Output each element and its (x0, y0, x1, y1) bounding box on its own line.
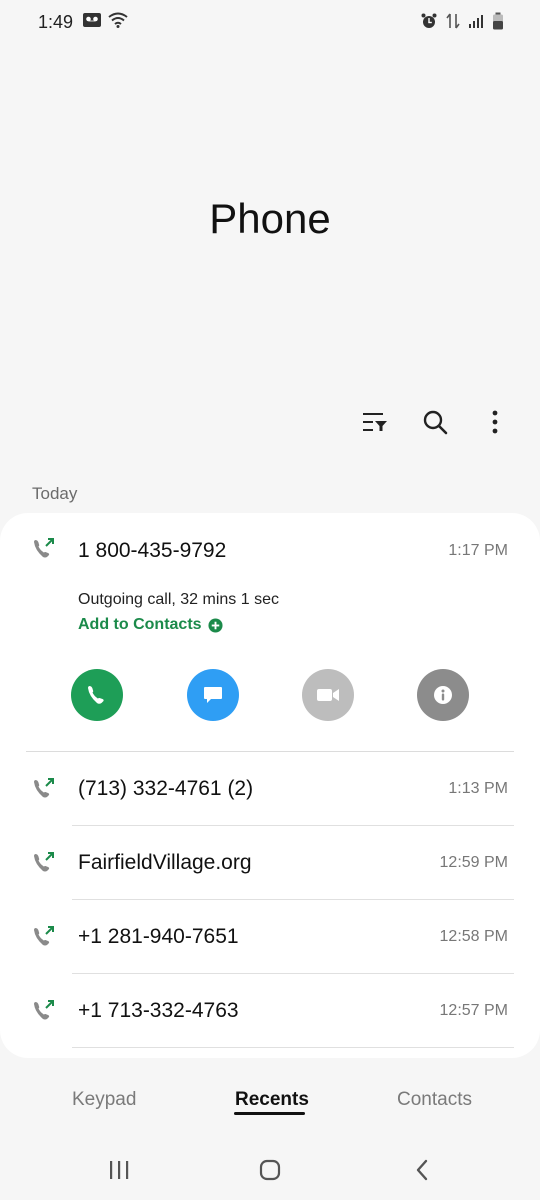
toolbar (358, 405, 512, 439)
outgoing-call-icon (34, 926, 54, 946)
status-bar: 1:49 (0, 0, 540, 44)
call-time: 12:59 PM (439, 854, 508, 871)
call-time: 1:13 PM (448, 780, 508, 797)
home-icon (259, 1159, 281, 1181)
info-icon (434, 686, 452, 704)
video-icon (317, 689, 339, 701)
call-number: 1 800-435-9792 (78, 539, 227, 562)
signal-icon (468, 13, 484, 34)
outgoing-call-icon (34, 852, 54, 872)
quick-actions (0, 669, 540, 721)
tab-keypad[interactable]: Keypad (72, 1089, 136, 1111)
call-number: FairfieldVillage.org (78, 851, 252, 874)
message-icon (204, 687, 222, 703)
message-button[interactable] (187, 669, 239, 721)
voicemail-icon (82, 12, 102, 33)
home-button[interactable] (255, 1155, 285, 1185)
outgoing-call-icon (34, 778, 54, 798)
status-time: 1:49 (38, 12, 74, 32)
add-to-contacts-link[interactable]: Add to Contacts (78, 616, 223, 634)
filter-button[interactable] (358, 405, 392, 439)
call-row[interactable]: (713) 332-4761 (2) 1:13 PM (0, 752, 540, 826)
more-icon (492, 410, 498, 434)
expanded-call-entry[interactable]: 1 800-435-9792 1:17 PM (0, 513, 540, 583)
call-button[interactable] (71, 669, 123, 721)
recent-apps-button[interactable] (104, 1155, 134, 1185)
bottom-tabs: Keypad Recents Contacts (0, 1086, 540, 1126)
call-time: 12:57 PM (439, 1002, 508, 1019)
divider (72, 1047, 514, 1048)
section-label-today: Today (32, 484, 78, 503)
filter-icon (363, 413, 387, 431)
phone-icon (88, 686, 104, 704)
tab-recents[interactable]: Recents (235, 1089, 309, 1111)
system-nav-bar (0, 1145, 540, 1193)
video-call-button[interactable] (302, 669, 354, 721)
outgoing-call-icon (34, 1000, 54, 1020)
recents-card: 1 800-435-9792 1:17 PM Outgoing call, 32… (0, 513, 540, 1058)
call-number: +1 281-940-7651 (78, 925, 239, 948)
wifi-icon (108, 12, 128, 33)
search-icon (423, 410, 448, 435)
call-row[interactable]: FairfieldVillage.org 12:59 PM (0, 826, 540, 900)
page-title: Phone (209, 195, 331, 242)
battery-icon (492, 12, 504, 35)
call-detail: Outgoing call, 32 mins 1 sec (78, 591, 279, 608)
call-row[interactable]: +1 713-332-4763 12:57 PM (0, 974, 540, 1048)
add-to-contacts-label: Add to Contacts (78, 616, 202, 633)
tab-contacts[interactable]: Contacts (397, 1089, 472, 1111)
alarm-icon (420, 12, 438, 35)
call-number: (713) 332-4761 (2) (78, 777, 254, 800)
back-icon (416, 1159, 428, 1181)
call-number: +1 713-332-4763 (78, 999, 239, 1022)
data-icon (446, 12, 460, 35)
outgoing-call-icon (34, 538, 54, 558)
call-row[interactable]: +1 281-940-7651 12:58 PM (0, 900, 540, 974)
more-options-button[interactable] (478, 405, 512, 439)
search-button[interactable] (418, 405, 452, 439)
call-time: 12:58 PM (439, 928, 508, 945)
info-button[interactable] (417, 669, 469, 721)
plus-circle-icon (208, 617, 223, 633)
call-time: 1:17 PM (448, 542, 508, 559)
active-tab-indicator (234, 1112, 305, 1115)
recent-apps-icon (110, 1161, 129, 1179)
back-button[interactable] (407, 1155, 437, 1185)
